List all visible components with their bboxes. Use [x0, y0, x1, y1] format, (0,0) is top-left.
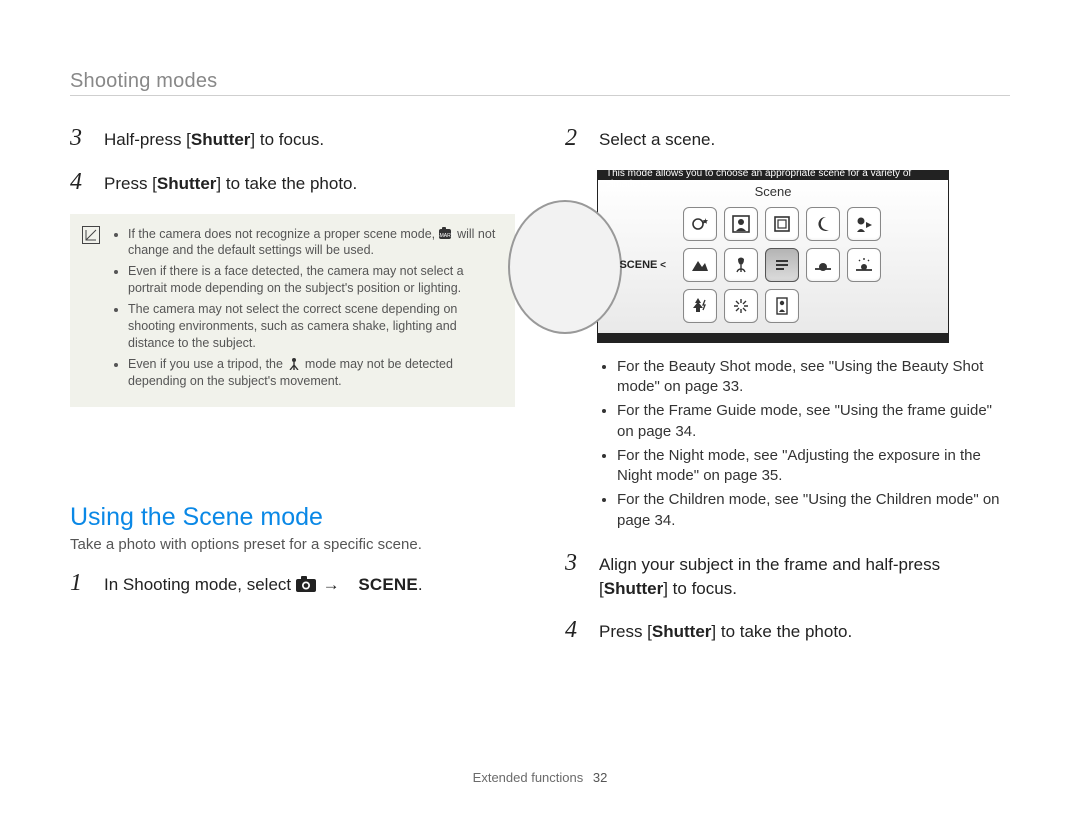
note-box: If the camera does not recognize a prope…	[70, 214, 515, 408]
content-columns: 3 Half-press [Shutter] to focus. 4 Press…	[70, 126, 1010, 770]
scene-cell-frame-guide[interactable]	[765, 207, 799, 241]
right-column: 2 Select a scene. This mode allows you t…	[565, 126, 1010, 770]
step-1: 1 In Shooting mode, select → SCENE.	[70, 571, 515, 597]
tripod-icon	[286, 357, 301, 370]
sub-bullet: For the Children mode, see "Using the Ch…	[617, 490, 1010, 531]
note-item-text: Even if you use a tripod, the	[128, 357, 286, 371]
shutter-key: Shutter	[191, 130, 251, 149]
step-num: 3	[70, 126, 88, 150]
smart-mode-icon: SMART	[439, 227, 454, 240]
scene-cell-person-vert[interactable]	[765, 289, 799, 323]
step-num: 4	[70, 170, 88, 194]
step-3: 3 Half-press [Shutter] to focus.	[70, 126, 515, 152]
step-text-after: .	[418, 575, 423, 594]
step-body: Align your subject in the frame and half…	[599, 553, 1010, 601]
scene-cell-face-star[interactable]	[683, 207, 717, 241]
step-4-right: 4 Press [Shutter] to take the photo.	[565, 618, 1010, 644]
note-item: Even if there is a face detected, the ca…	[128, 263, 501, 297]
step-text-after: ] to take the photo.	[216, 174, 357, 193]
camera-icon	[296, 575, 318, 593]
scene-cell-tulip[interactable]	[724, 248, 758, 282]
step-text-before: Press [	[599, 622, 652, 641]
step-text-before: In Shooting mode, select	[104, 575, 296, 594]
step-num: 2	[565, 126, 583, 150]
shutter-key: Shutter	[604, 579, 664, 598]
scene-cell-moon[interactable]	[806, 207, 840, 241]
left-column: 3 Half-press [Shutter] to focus. 4 Press…	[70, 126, 515, 770]
sub-bullet: For the Night mode, see "Adjusting the e…	[617, 446, 1010, 487]
step-text-after: ] to take the photo.	[711, 622, 852, 641]
page-header: Shooting modes	[70, 70, 1010, 93]
header-rule	[70, 95, 1010, 96]
step-num: 1	[70, 571, 88, 595]
sub-bullet: For the Frame Guide mode, see "Using the…	[617, 401, 1010, 442]
step-body: Half-press [Shutter] to focus.	[104, 128, 515, 152]
scene-cell-mountain[interactable]	[683, 248, 717, 282]
scene-cell-portrait-frame[interactable]	[724, 207, 758, 241]
step-text-before: Press [	[104, 174, 157, 193]
note-list: If the camera does not recognize a prope…	[110, 226, 501, 394]
step-text-after: ] to focus.	[663, 579, 737, 598]
mode-dial-arc: SCENE	[598, 205, 628, 325]
sub-bullets: For the Beauty Shot mode, see "Using the…	[599, 357, 1010, 531]
step-text-arrow: →	[323, 575, 345, 594]
camera-screen: This mode allows you to choose an approp…	[597, 170, 949, 343]
sub-bullet: For the Beauty Shot mode, see "Using the…	[617, 357, 1010, 398]
section-subheading: Take a photo with options preset for a s…	[70, 536, 515, 553]
scene-cell-profile-play[interactable]	[847, 207, 881, 241]
shutter-key: Shutter	[652, 622, 712, 641]
scene-icons-grid	[683, 207, 881, 323]
page: Shooting modes 3 Half-press [Shutter] to…	[0, 0, 1080, 815]
step-body: Press [Shutter] to take the photo.	[104, 172, 515, 196]
step-body: Select a scene.	[599, 128, 1010, 152]
scene-cell-tree-flash[interactable]	[683, 289, 717, 323]
page-footer: Extended functions 32	[70, 770, 1010, 785]
scene-cell-fireworks[interactable]	[724, 289, 758, 323]
screen-caption: This mode allows you to choose an approp…	[606, 168, 940, 190]
footer-page-number: 32	[593, 770, 607, 785]
scene-cell-sparkle-sun[interactable]	[847, 248, 881, 282]
section-heading: Using the Scene mode	[70, 503, 515, 532]
note-item: The camera may not select the correct sc…	[128, 301, 501, 352]
scene-cell-sunset[interactable]	[806, 248, 840, 282]
scene-label: SCENE	[358, 575, 418, 594]
step-text-before: Half-press [	[104, 130, 191, 149]
footer-section: Extended functions	[473, 770, 584, 785]
svg-text:SMART: SMART	[439, 233, 454, 239]
step-3-right: 3 Align your subject in the frame and ha…	[565, 551, 1010, 601]
note-item: If the camera does not recognize a prope…	[128, 226, 501, 260]
step-num: 4	[565, 618, 583, 642]
note-item-text: If the camera does not recognize a prope…	[128, 227, 439, 241]
screen-body: SCENE	[598, 205, 948, 333]
step-text-after: ] to focus.	[250, 130, 324, 149]
step-2: 2 Select a scene.	[565, 126, 1010, 152]
step-4: 4 Press [Shutter] to take the photo.	[70, 170, 515, 196]
step-num: 3	[565, 551, 583, 575]
note-icon	[82, 226, 100, 244]
shutter-key: Shutter	[157, 174, 217, 193]
note-item: Even if you use a tripod, the mode may n…	[128, 356, 501, 390]
scene-dial-label: SCENE	[619, 259, 666, 271]
step-body: Press [Shutter] to take the photo.	[599, 620, 1010, 644]
step-body: In Shooting mode, select → SCENE.	[104, 573, 515, 597]
scene-cell-text[interactable]	[765, 248, 799, 282]
